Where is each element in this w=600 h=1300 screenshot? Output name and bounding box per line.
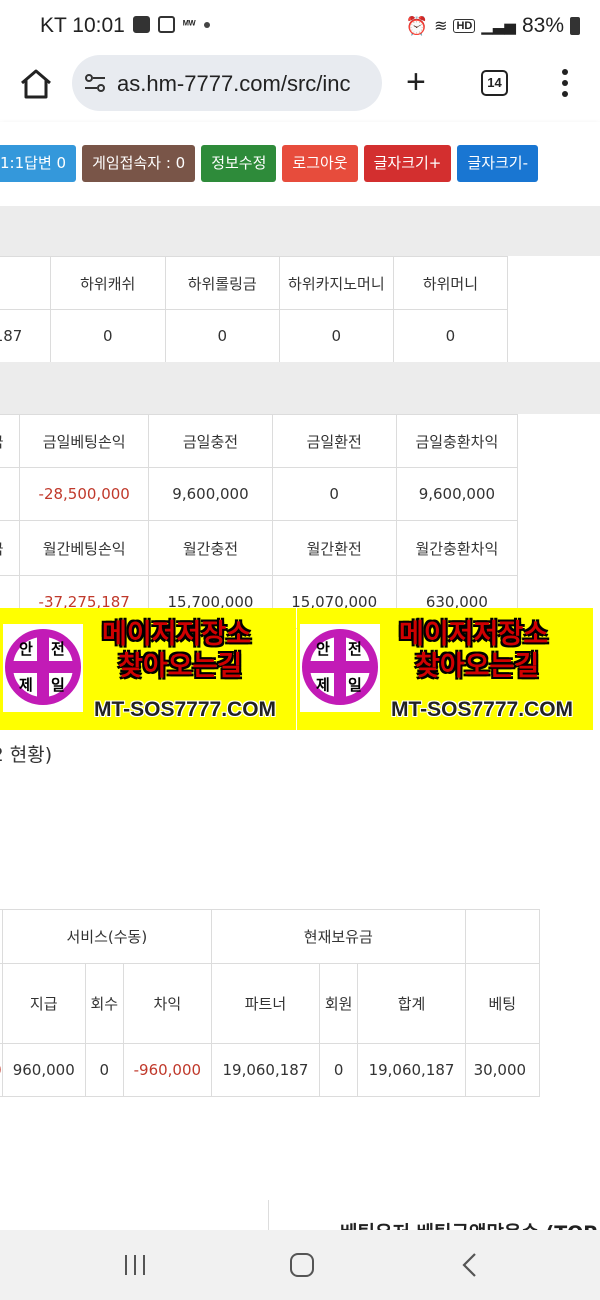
alarm-icon: ⏰ <box>405 15 429 36</box>
browser-toolbar: as.hm-7777.com/src/inc + 14 <box>0 52 600 122</box>
money-header: 하위롤링금 <box>164 256 280 310</box>
service-sub-header: 차익 <box>122 963 213 1044</box>
section-band <box>0 206 600 256</box>
service-cell: 19,060,187 <box>211 1043 320 1097</box>
android-nav-bar <box>0 1230 600 1300</box>
service-sub-header: 합계 <box>357 963 466 1044</box>
back-icon[interactable] <box>460 1252 480 1278</box>
money-header: 하위캐쉬 <box>49 256 166 310</box>
daily-cell: -28,500,000 <box>19 467 150 521</box>
service-table: 서비스(수동) 현재보유금 지급 회수 차익 파트너 회원 합계 베팅 0 96… <box>0 909 541 1097</box>
money-cell: 0 <box>392 309 509 363</box>
money-cell: 0 <box>278 309 394 363</box>
ad-banner[interactable]: 안 전 제 일 메이저저장소 찾아오는길 MT-SOS7777.COM <box>0 608 296 730</box>
section-band <box>0 362 600 414</box>
service-cell: 0 <box>84 1043 124 1097</box>
home-icon[interactable] <box>18 66 54 102</box>
monthly-header: 월간충환차익 <box>395 520 519 576</box>
daily-cell: 9,600,000 <box>148 467 273 521</box>
banner-domain: MT-SOS7777.COM <box>94 698 277 721</box>
logout-button[interactable]: 로그아웃 <box>282 145 358 182</box>
section-subtitle: (2022 현황) <box>0 744 53 766</box>
service-cell: 960,000 <box>1 1043 86 1097</box>
font-increase-button[interactable]: 글자크기+ <box>363 145 452 182</box>
system-icons: ⏰ ≋ HD ▁▃▅ 83% <box>406 14 580 38</box>
service-cell: 30,000 <box>464 1043 541 1097</box>
wifi-icon: ≋ <box>434 18 448 35</box>
monthly-header: 월간충전 <box>148 520 273 576</box>
more-notifications-icon <box>203 21 210 28</box>
daily-header: 금일환전 <box>271 414 397 468</box>
safety-badge-icon: 안 전 제 일 <box>3 624 83 712</box>
battery-level: 83% <box>521 14 564 37</box>
edit-info-button[interactable]: 정보수정 <box>201 145 277 182</box>
header-buttons: 1:1답변 0 게임접속자 : 0 정보수정 로그아웃 글자크기+ 글자크기- <box>0 145 539 182</box>
service-sub-header: 회원 <box>318 963 359 1044</box>
safety-badge-icon: 안 전 제 일 <box>300 624 380 712</box>
banner-line2: 찾아오는길 <box>415 651 540 682</box>
service-cell: 0 <box>318 1043 359 1097</box>
service-cell: -960,000 <box>122 1043 213 1097</box>
service-cell: 19,060,187 <box>357 1043 466 1097</box>
daily-header: 금일베팅손익 <box>19 414 150 468</box>
url-text[interactable]: as.hm-7777.com/src/inc <box>117 71 377 97</box>
monthly-header: 월간롤링금 <box>0 520 21 576</box>
money-table: 머니합 하위캐쉬 하위롤링금 하위카지노머니 하위머니 19,060,187 0… <box>0 256 509 363</box>
money-cell: 0 <box>49 309 166 363</box>
service-sub-header: 파트너 <box>211 963 320 1044</box>
tab-switcher-button[interactable]: 14 <box>481 70 508 96</box>
daily-cell: 9,600,000 <box>395 467 519 521</box>
status-bar: KT 10:01 ᴹᵂ ⏰ ≋ HD ▁▃▅ 83% <box>0 0 600 52</box>
service-sub-header: 지급 <box>1 963 86 1044</box>
daily-header: 금일충전 <box>148 414 273 468</box>
money-header: 하위머니 <box>392 256 509 310</box>
battery-icon <box>570 17 580 35</box>
daily-cell <box>0 467 21 521</box>
more-menu-icon[interactable] <box>558 67 572 99</box>
new-tab-icon[interactable]: + <box>406 65 426 99</box>
signal-icon: ▁▃▅ <box>481 18 516 35</box>
notification-icons: ᴹᵂ <box>133 16 210 33</box>
stats-table: 금일롤링금 금일베팅손익 금일충전 금일환전 금일충환차익 -28,500,00… <box>0 414 519 629</box>
recent-apps-icon[interactable] <box>122 1252 148 1278</box>
service-group-header <box>464 909 541 964</box>
ad-banner[interactable]: 안 전 제 일 메이저저장소 찾아오는길 MT-SOS7777.COM <box>297 608 593 730</box>
service-sub-header: 회수 <box>84 963 124 1044</box>
daily-header: 금일롤링금 <box>0 414 21 468</box>
gallery-icon <box>133 16 150 33</box>
address-bar[interactable]: as.hm-7777.com/src/inc <box>72 55 382 111</box>
money-header: 하위카지노머니 <box>278 256 394 310</box>
service-sub-header: 베팅 <box>464 963 541 1044</box>
holdings-group-header: 현재보유금 <box>211 909 466 964</box>
banner-domain: MT-SOS7777.COM <box>391 698 574 721</box>
monthly-header: 월간환전 <box>271 520 397 576</box>
banner-line2: 찾아오는길 <box>118 651 243 682</box>
monthly-header: 월간베팅손익 <box>19 520 150 576</box>
home-nav-icon[interactable] <box>289 1252 315 1278</box>
mw-icon: ᴹᵂ <box>183 18 196 31</box>
daily-cell: 0 <box>271 467 397 521</box>
carrier-time: KT 10:01 <box>40 14 125 37</box>
reply-count-button[interactable]: 1:1답변 0 <box>0 145 77 182</box>
daily-header: 금일충환차익 <box>395 414 519 468</box>
font-decrease-button[interactable]: 글자크기- <box>457 145 539 182</box>
game-users-button[interactable]: 게임접속자 : 0 <box>82 145 196 182</box>
service-group-header: 서비스(수동) <box>1 909 213 964</box>
money-cell: 0 <box>164 309 280 363</box>
site-settings-icon[interactable] <box>84 73 106 93</box>
money-header: 머니합 <box>0 256 51 310</box>
hd-icon: HD <box>453 19 476 33</box>
money-cell: 19,060,187 <box>0 309 51 363</box>
app-icon <box>158 16 175 33</box>
